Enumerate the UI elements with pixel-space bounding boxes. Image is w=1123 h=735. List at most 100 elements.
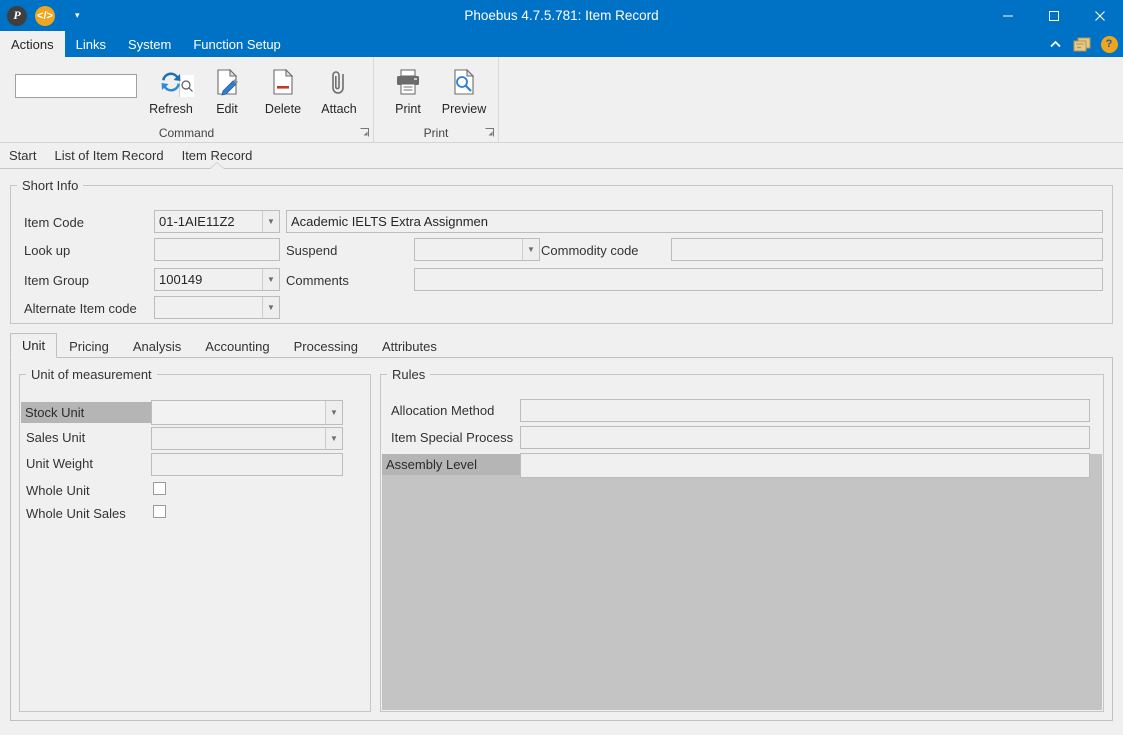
chevron-down-icon[interactable]: ▼ [325,401,342,424]
rules-disabled-area [382,454,1102,710]
ribbon-group-print: Print Preview Print [374,57,499,142]
item-code-input[interactable] [155,211,262,232]
whole-unit-sales-checkbox[interactable] [153,505,166,518]
maximize-icon [1049,10,1059,21]
assembly-level-input[interactable] [520,453,1090,478]
commodity-code-input[interactable] [671,238,1103,261]
chevron-down-icon[interactable]: ▼ [522,239,539,260]
print-dialog-launcher-icon[interactable] [485,128,494,140]
rules-group: Rules Allocation Method Item Special Pro… [380,367,1104,712]
window-title: Phoebus 4.7.5.781: Item Record [464,8,659,23]
minimize-icon [1003,15,1013,16]
ribbon-group-command-footer: Command [0,124,373,142]
whole-unit-sales-label: Whole Unit Sales [26,506,126,521]
ribbon-group-command: Refresh Edit Delete Attach Command [0,57,374,142]
short-info-group: Short Info Item Code ▼ Look up Suspend ▼… [10,178,1113,324]
menu-item-links[interactable]: Links [65,31,117,57]
detail-tabs: Unit Pricing Analysis Accounting Process… [10,333,1113,358]
phoebus-logo-icon[interactable]: P [7,5,27,26]
breadcrumb: Start List of Item Record Item Record [0,143,1123,169]
stock-unit-input[interactable] [152,401,325,424]
breadcrumb-item-start[interactable]: Start [0,148,45,168]
printer-icon [393,65,423,99]
window-controls [985,0,1123,31]
breadcrumb-item-list-of-item-record[interactable]: List of Item Record [45,148,172,168]
allocation-method-input[interactable] [520,399,1090,422]
close-icon [1095,10,1105,21]
menu-item-actions[interactable]: Actions [0,31,65,57]
tab-unit[interactable]: Unit [10,333,58,358]
menu-item-system[interactable]: System [117,31,182,57]
sales-unit-combo[interactable]: ▼ [151,427,343,450]
chevron-down-icon[interactable]: ▼ [262,297,279,318]
item-special-process-input[interactable] [520,426,1090,449]
comments-label: Comments [286,273,349,288]
suspend-input[interactable] [415,239,522,260]
assembly-level-label: Assembly Level [382,454,520,475]
alternate-item-code-combo[interactable]: ▼ [154,296,280,319]
help-button[interactable]: ? [1099,34,1119,54]
unit-of-measurement-legend: Unit of measurement [31,367,152,382]
chevron-down-icon[interactable]: ▼ [262,269,279,290]
preview-button[interactable]: Preview [436,61,492,116]
tab-attributes[interactable]: Attributes [370,334,449,358]
alternate-item-code-input[interactable] [155,297,262,318]
menu-bar-right-controls: ? [1045,31,1119,57]
item-group-label: Item Group [24,273,90,288]
alternate-item-code-label: Alternate Item code [24,301,137,316]
edit-label: Edit [216,102,238,116]
delete-button[interactable]: Delete [255,61,311,116]
quick-access-toolbar: P </> ▾ [0,5,84,26]
close-button[interactable] [1077,0,1123,31]
unit-weight-input[interactable] [151,453,343,476]
chevron-down-icon[interactable]: ▾ [71,9,84,22]
chevron-down-icon[interactable]: ▼ [325,428,342,449]
look-up-input[interactable] [154,238,280,261]
comments-input[interactable] [414,268,1103,291]
collapse-ribbon-button[interactable] [1045,34,1065,54]
code-icon[interactable]: </> [35,5,55,26]
refresh-label: Refresh [149,102,193,116]
tab-accounting[interactable]: Accounting [193,334,281,358]
window-list-button[interactable] [1072,34,1092,54]
sales-unit-input[interactable] [152,428,325,449]
content-area: Short Info Item Code ▼ Look up Suspend ▼… [0,169,1123,721]
item-code-label: Item Code [24,215,84,230]
windows-icon [1073,37,1091,51]
print-button[interactable]: Print [380,61,436,116]
commodity-code-label: Commodity code [541,243,639,258]
preview-label: Preview [441,102,487,116]
item-code-combo[interactable]: ▼ [154,210,280,233]
tab-analysis[interactable]: Analysis [121,334,193,358]
refresh-icon [156,65,186,99]
attach-button[interactable]: Attach [311,61,367,116]
delete-icon [268,65,298,99]
look-up-label: Look up [24,243,71,258]
breadcrumb-item-item-record[interactable]: Item Record [173,148,262,168]
edit-button[interactable]: Edit [199,61,255,116]
item-group-combo[interactable]: ▼ [154,268,280,291]
allocation-method-label: Allocation Method [391,403,495,418]
whole-unit-label: Whole Unit [26,483,90,498]
ribbon-group-print-label: Print [423,126,449,140]
tab-processing[interactable]: Processing [282,334,370,358]
chevron-down-icon[interactable]: ▼ [262,211,279,232]
whole-unit-checkbox[interactable] [153,482,166,495]
maximize-button[interactable] [1031,0,1077,31]
delete-label: Delete [264,102,302,116]
stock-unit-combo[interactable]: ▼ [151,400,343,425]
stock-unit-label: Stock Unit [21,402,151,423]
suspend-combo[interactable]: ▼ [414,238,540,261]
unit-weight-label: Unit Weight [26,456,93,471]
tab-pricing[interactable]: Pricing [57,334,121,358]
command-dialog-launcher-icon[interactable] [360,128,369,140]
menu-item-function-setup[interactable]: Function Setup [182,31,291,57]
item-description-input[interactable] [286,210,1103,233]
menu-bar: Actions Links System Function Setup ? [0,31,1123,57]
minimize-button[interactable] [985,0,1031,31]
refresh-button[interactable]: Refresh [143,61,199,116]
edit-icon [212,65,242,99]
short-info-legend: Short Info [22,178,79,193]
search-box[interactable] [15,74,194,98]
item-group-input[interactable] [155,269,262,290]
